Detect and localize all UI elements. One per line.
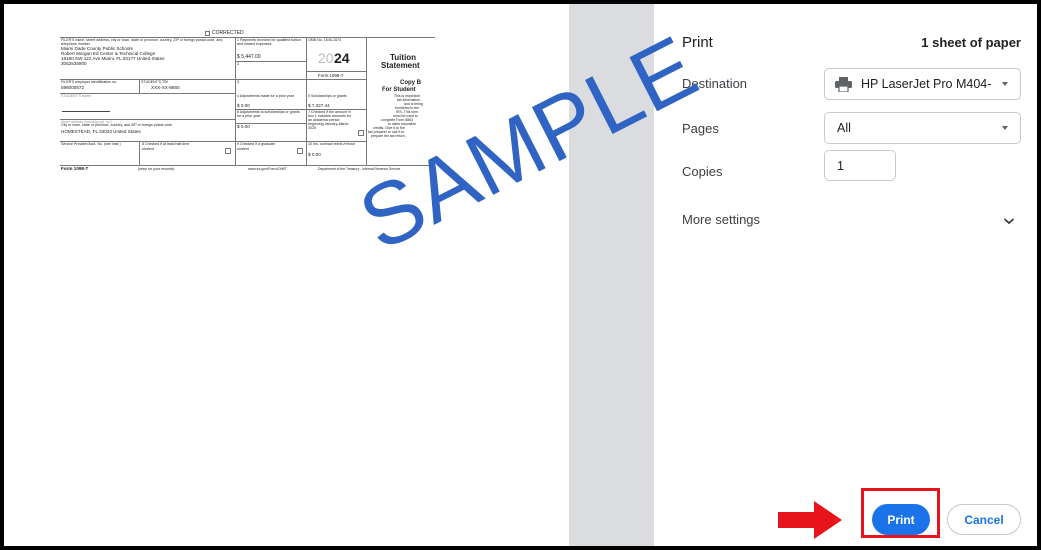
box8-checkbox [225, 148, 231, 154]
chevron-down-icon[interactable] [1003, 213, 1015, 225]
form-divider [366, 37, 367, 165]
form-divider [139, 79, 140, 93]
print-dialog: CORRECTED FILER'S name, street address, … [4, 4, 1037, 546]
student-name-redacted [62, 111, 110, 113]
box3-label: 3 [237, 79, 240, 84]
form-rule [306, 71, 366, 72]
box2-label: 2 [237, 61, 240, 66]
box7-label: 7 Checked if the amount in box 1 include… [308, 110, 351, 130]
arrow-right-icon [778, 501, 842, 539]
pages-value: All [837, 121, 851, 135]
box1-value: $ 5,447.00 [237, 54, 261, 60]
panel-title: Print [682, 34, 713, 51]
sheet-count: 1 sheet of paper [921, 35, 1021, 50]
copy-notice-line: prepare the tax return. [371, 134, 406, 138]
cancel-button[interactable]: Cancel [947, 504, 1021, 535]
box9-label: 9 Checked if a graduate student [237, 142, 276, 151]
filer-header: FILER'S name, street address, city or to… [61, 38, 223, 46]
pages-label: Pages [682, 121, 719, 136]
box5-label: 5 Scholarships or grants [308, 94, 347, 98]
form-rule [235, 61, 306, 62]
box6-label: 6 Adjustments to scholarships or grants … [237, 110, 300, 118]
form-divider [306, 37, 307, 165]
copies-value: 1 [837, 159, 844, 173]
city-value: HOMESTEAD, FL 33033 United States [61, 129, 141, 134]
form-1098t-preview: CORRECTED FILER'S name, street address, … [60, 31, 435, 176]
service-provider-label: Service Provider/Acct. No. (see instr.) [61, 142, 121, 146]
title-statement: Statement [381, 61, 420, 70]
footer-url: www.irs.gov/Form1098T [248, 167, 287, 171]
chevron-down-icon [1002, 82, 1008, 86]
student-tin-label: STUDENT'S TIN [141, 80, 168, 84]
form-divider [139, 141, 140, 165]
filer-tin-label: FILER'S employer identification no. [61, 80, 118, 84]
box10-value: $ 0.00 [308, 152, 321, 157]
city-label: City or town, state or province, country… [61, 123, 173, 127]
student-name-label: STUDENT'S name [61, 94, 92, 98]
print-preview: CORRECTED FILER'S name, street address, … [4, 4, 569, 546]
form-rule [60, 165, 435, 166]
student-tin: XXX-XX-8860 [151, 85, 180, 90]
box7-checkbox [358, 130, 364, 136]
footer-form: Form 1098-T [61, 166, 89, 171]
box8-label: 8 Checked if at least half-time student [142, 142, 190, 151]
printer-icon [835, 77, 852, 93]
form-divider [235, 37, 236, 165]
pages-select[interactable]: All [824, 112, 1021, 144]
form-name-small: Form 1098-T [318, 73, 344, 78]
destination-select[interactable]: HP LaserJet Pro M404-N [824, 68, 1021, 100]
box5-value: $ 7,327.44 [308, 103, 330, 108]
box1-label: 1 Payments received for qualified tuitio… [237, 38, 301, 46]
year-suffix: 24 [334, 50, 350, 66]
omb-number: OMB No. 1545-1574 [308, 38, 341, 42]
copy-b-title: Copy B [400, 80, 421, 86]
destination-label: Destination [682, 76, 748, 91]
filer-line: 3052535900 [61, 61, 87, 66]
chevron-down-icon [1002, 126, 1008, 130]
box4-value: $ 0.00 [237, 103, 250, 108]
year-prefix: 20 [318, 50, 334, 66]
footer-keep: (keep for your records) [138, 167, 175, 171]
copies-input[interactable]: 1 [824, 150, 896, 181]
destination-value: HP LaserJet Pro M404-N [861, 77, 991, 91]
box10-label: 10 Ins. contract reimb./refund [308, 142, 355, 146]
corrected-label: CORRECTED [212, 30, 244, 36]
corrected-checkbox [205, 31, 210, 36]
print-button[interactable]: Print [872, 504, 930, 535]
box4-label: 4 Adjustments made for a prior year [237, 94, 294, 98]
print-settings-panel: Print 1 sheet of paper Destination HP La… [654, 4, 1037, 546]
preview-scrollbar-area [569, 4, 654, 546]
box6-value: $ 0.00 [237, 124, 250, 129]
copy-b-subtitle: For Student [382, 87, 416, 93]
footer-dept: Department of the Treasury - Internal Re… [318, 167, 401, 171]
more-settings-label[interactable]: More settings [682, 212, 760, 227]
copies-label: Copies [682, 164, 723, 179]
filer-tin: 596000572 [61, 85, 84, 90]
box9-checkbox [297, 148, 303, 154]
